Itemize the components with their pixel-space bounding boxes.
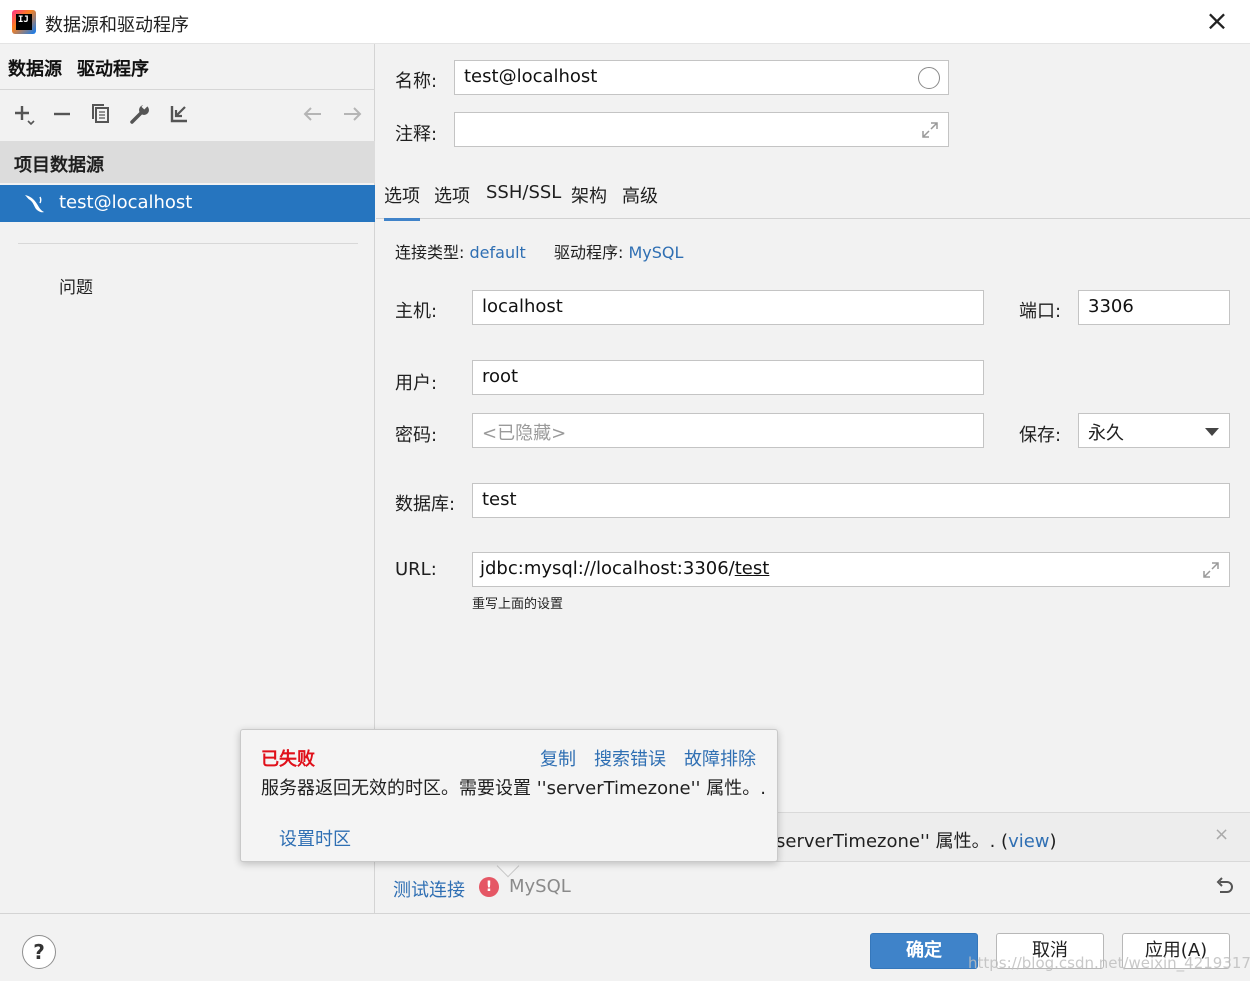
remove-icon[interactable] (48, 100, 76, 128)
database-label: 数据库: (395, 494, 456, 515)
color-circle-icon[interactable] (918, 67, 940, 89)
copy-link[interactable]: 复制 (540, 745, 576, 771)
copy-icon[interactable] (87, 100, 115, 128)
save-select[interactable]: 永久 (1078, 413, 1230, 448)
password-field[interactable]: <已隐藏> (472, 413, 984, 448)
left-tabs: 数据源 驱动程序 (0, 44, 375, 90)
host-field[interactable]: localhost (472, 290, 984, 325)
options-tabs: 选项 选项 SSH/SSL 架构 高级 (376, 178, 1250, 221)
problems-item[interactable]: 问题 (59, 273, 93, 298)
test-connection-link[interactable]: 测试连接 (393, 876, 465, 902)
expand-icon[interactable] (920, 120, 940, 140)
mysql-dolphin-icon (25, 195, 44, 213)
help-icon[interactable]: ? (22, 935, 56, 969)
url-label: URL: (395, 559, 437, 580)
search-error-link[interactable]: 搜索错误 (594, 745, 666, 771)
window-title: 数据源和驱动程序 (45, 15, 189, 36)
connection-type-link[interactable]: default (470, 243, 526, 262)
close-icon[interactable]: × (1203, 7, 1231, 36)
name-label: 名称: (395, 71, 438, 92)
wrench-icon[interactable] (126, 100, 154, 128)
driver-info: 驱动程序: MySQL (554, 243, 684, 262)
error-icon[interactable]: ! (479, 877, 499, 897)
datasource-item[interactable]: test@localhost (0, 185, 375, 222)
divider (18, 243, 358, 244)
comment-field[interactable] (454, 112, 949, 147)
footer: ? 确定 取消 应用(A) https://blog.csdn.net/weix… (0, 913, 1250, 981)
add-icon[interactable] (10, 100, 38, 128)
datasource-label: test@localhost (59, 192, 193, 213)
tab-schemas[interactable]: 架构 (571, 182, 607, 218)
user-label: 用户: (395, 373, 438, 394)
close-icon[interactable]: × (1214, 826, 1232, 844)
tab-options[interactable]: 选项 (434, 182, 470, 218)
revert-icon[interactable] (1212, 876, 1236, 900)
comment-label: 注释: (395, 124, 438, 145)
driver-link[interactable]: MySQL (629, 243, 684, 262)
url-field[interactable]: jdbc:mysql://localhost:3306/test (472, 552, 1230, 587)
back-arrow-icon[interactable] (299, 100, 327, 128)
tab-data-sources[interactable]: 数据源 (8, 55, 62, 81)
title-bar: IJ 数据源和驱动程序 × (0, 0, 1250, 44)
ok-button[interactable]: 确定 (870, 933, 978, 969)
watermark: https://blog.csdn.net/weixin_42193173 (968, 954, 1250, 972)
tab-advanced[interactable]: 高级 (622, 182, 658, 218)
name-field[interactable]: test@localhost (454, 60, 949, 95)
user-field[interactable]: root (472, 360, 984, 395)
dialog-window: IJ 数据源和驱动程序 × 数据源 驱动程序 项目数据源 test@localh… (0, 0, 1250, 981)
error-popup: 已失败 复制 搜索错误 故障排除 服务器返回无效的时区。需要设置 ''serve… (240, 729, 778, 862)
password-label: 密码: (395, 425, 438, 446)
url-hint: 重写上面的设置 (472, 597, 564, 612)
view-link[interactable]: view (1008, 831, 1049, 852)
tab-options-general[interactable]: 选项 (384, 182, 420, 221)
status-message: serverTimezone'' 属性。. (view) (776, 831, 1057, 852)
popup-title: 已失败 (261, 749, 315, 770)
port-field[interactable]: 3306 (1078, 290, 1230, 325)
driver-status: MySQL (509, 876, 571, 897)
port-label: 端口: (1019, 301, 1062, 322)
forward-arrow-icon[interactable] (338, 100, 366, 128)
chevron-down-icon (1205, 428, 1219, 436)
database-field[interactable]: test (472, 483, 1230, 518)
connection-type: 连接类型: default (395, 243, 526, 262)
left-toolbar (0, 90, 375, 140)
project-datasources-header: 项目数据源 (0, 141, 375, 183)
intellij-app-icon: IJ (12, 10, 36, 34)
expand-icon[interactable] (1201, 560, 1221, 580)
save-label: 保存: (1019, 425, 1062, 446)
host-label: 主机: (395, 301, 438, 322)
set-timezone-link[interactable]: 设置时区 (279, 825, 351, 851)
tab-drivers[interactable]: 驱动程序 (77, 55, 149, 81)
troubleshoot-link[interactable]: 故障排除 (684, 745, 756, 771)
import-icon[interactable] (165, 100, 193, 128)
tab-ssh-ssl[interactable]: SSH/SSL (486, 182, 561, 213)
popup-message: 服务器返回无效的时区。需要设置 ''serverTimezone'' 属性。. (261, 778, 766, 799)
